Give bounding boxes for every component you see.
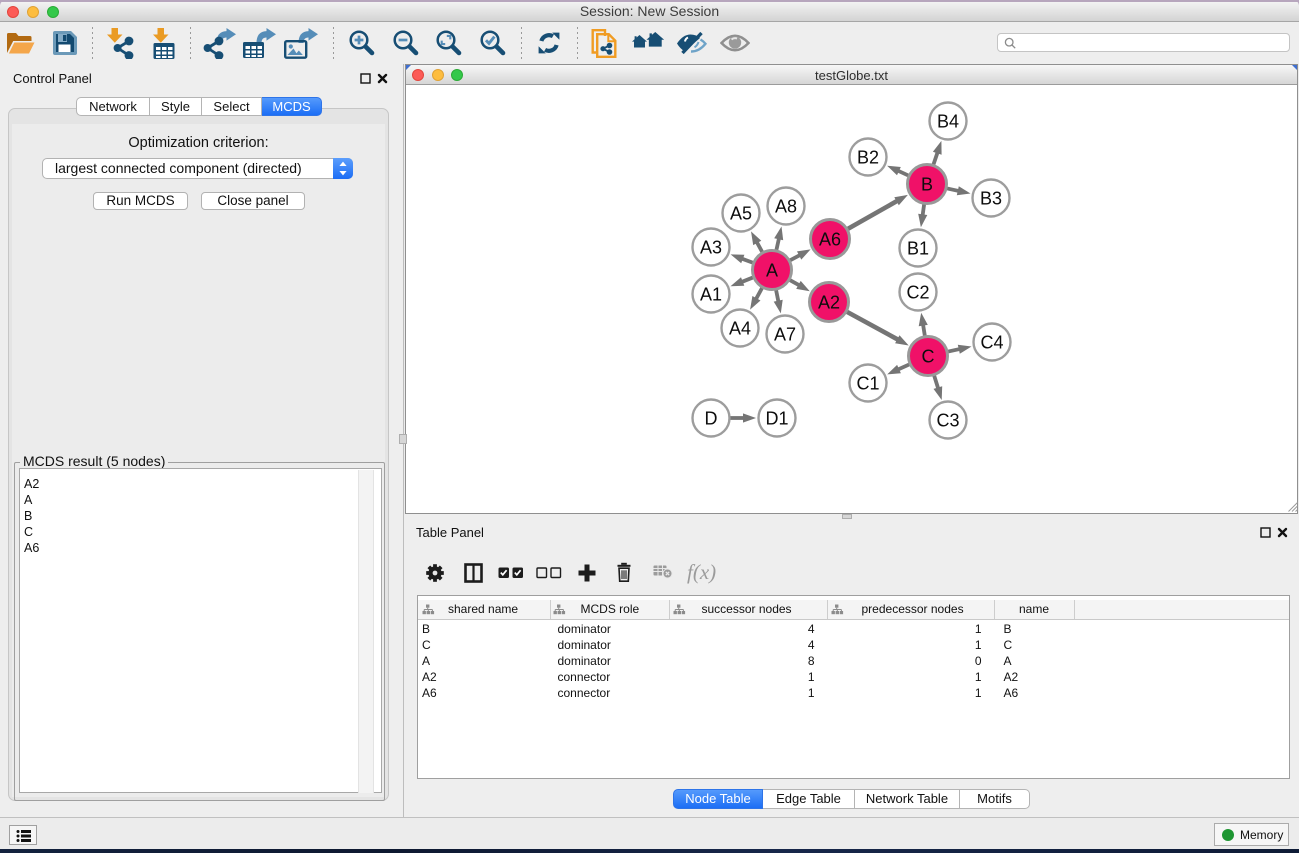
svg-text:B2: B2 (857, 148, 879, 168)
svg-text:A6: A6 (819, 230, 841, 250)
svg-text:D: D (705, 409, 718, 429)
svg-text:C2: C2 (906, 283, 929, 303)
svg-text:B3: B3 (980, 189, 1002, 209)
svg-text:A8: A8 (775, 197, 797, 217)
svg-text:A2: A2 (818, 293, 840, 313)
svg-text:C3: C3 (936, 411, 959, 431)
svg-text:C: C (922, 347, 935, 367)
svg-text:B4: B4 (937, 112, 959, 132)
svg-text:A: A (766, 261, 778, 281)
svg-text:D1: D1 (765, 409, 788, 429)
svg-text:A3: A3 (700, 238, 722, 258)
svg-text:A5: A5 (730, 204, 752, 224)
svg-text:B: B (921, 175, 933, 195)
svg-text:A1: A1 (700, 285, 722, 305)
svg-text:A4: A4 (729, 319, 751, 339)
svg-text:B1: B1 (907, 239, 929, 259)
svg-text:C1: C1 (856, 374, 879, 394)
svg-text:C4: C4 (980, 333, 1003, 353)
svg-text:A7: A7 (774, 325, 796, 345)
